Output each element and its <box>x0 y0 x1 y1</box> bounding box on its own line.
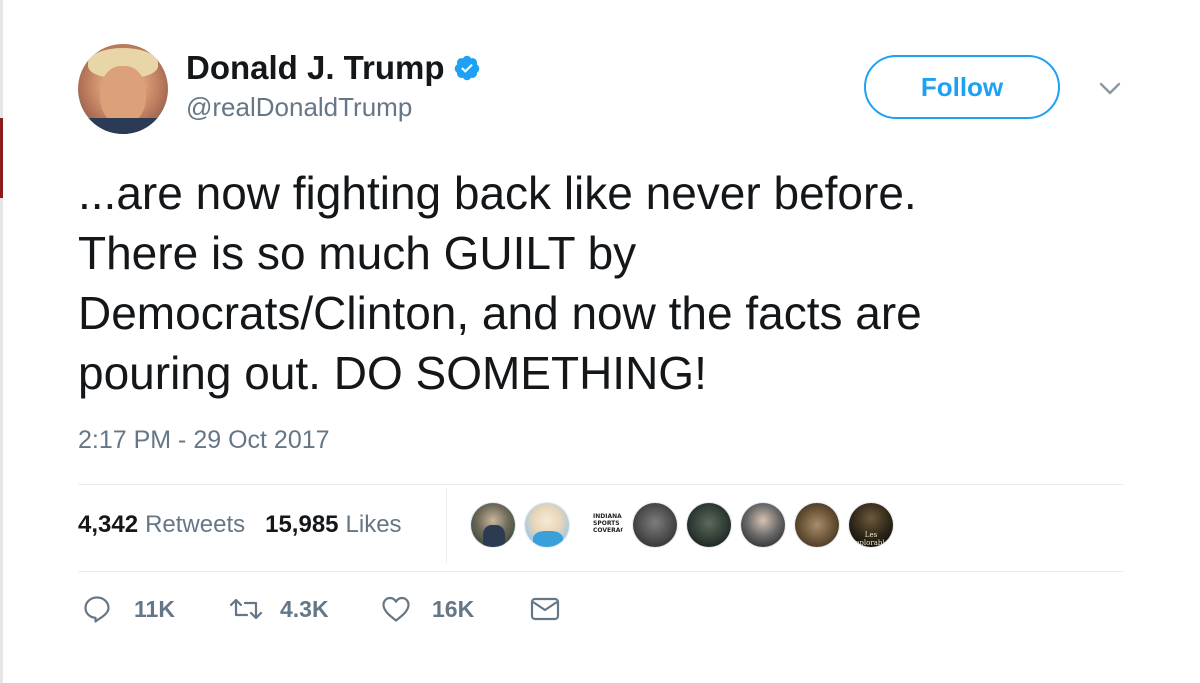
author-avatar[interactable] <box>78 44 168 134</box>
like-action[interactable]: 16K <box>380 594 474 624</box>
liker-avatar-8[interactable]: Les Deplorables <box>848 502 894 548</box>
tweet-text: ...are now fighting back like never befo… <box>78 163 1138 403</box>
retweet-icon <box>228 594 264 624</box>
envelope-icon <box>528 594 562 624</box>
liker-avatar-8-caption: Les Deplorables <box>849 531 893 547</box>
stats-separator <box>446 488 447 563</box>
tweet-text-line: Democrats/Clinton, and now the facts are <box>78 287 922 339</box>
liker-avatar-3[interactable]: INDIANA SPORTS COVERAGE <box>578 502 624 548</box>
divider-top <box>78 484 1124 485</box>
tweet-card: Donald J. Trump @realDonaldTrump Follow … <box>0 0 1200 683</box>
tweet-text-line: There is so much GUILT by <box>78 227 637 279</box>
heart-icon <box>380 594 412 624</box>
divider-bottom <box>78 571 1124 572</box>
liker-avatar-2[interactable] <box>524 502 570 548</box>
tweet-stats: 4,342 Retweets 15,985 Likes <box>78 511 422 539</box>
liker-avatar-6[interactable] <box>740 502 786 548</box>
likes-label: Likes <box>345 511 402 538</box>
liker-avatar-5[interactable] <box>686 502 732 548</box>
retweets-label: Retweets <box>145 511 246 538</box>
retweets-stat[interactable]: 4,342 Retweets <box>78 511 245 539</box>
retweet-count: 4.3K <box>280 595 329 622</box>
like-count: 16K <box>432 595 475 622</box>
direct-message-action[interactable] <box>528 594 562 624</box>
author-name-row[interactable]: Donald J. Trump <box>186 50 481 86</box>
liker-avatar-7[interactable] <box>794 502 840 548</box>
retweets-count: 4,342 <box>78 511 139 538</box>
reply-action[interactable]: 11K <box>82 594 175 624</box>
author-handle[interactable]: @realDonaldTrump <box>186 92 412 123</box>
reply-icon <box>82 594 112 624</box>
reply-count: 11K <box>134 595 175 622</box>
verified-badge-icon <box>453 54 481 82</box>
tweet-text-line: ...are now fighting back like never befo… <box>78 167 917 219</box>
avatar-shirt <box>78 118 168 134</box>
tweet-text-line: pouring out. DO SOMETHING! <box>78 347 707 399</box>
avatar-face <box>100 66 146 124</box>
liker-avatar-3-logo: INDIANA SPORTS COVERAGE <box>593 513 623 534</box>
tweet-timestamp[interactable]: 2:17 PM - 29 Oct 2017 <box>78 426 330 455</box>
author-display-name[interactable]: Donald J. Trump <box>186 50 445 86</box>
follow-button[interactable]: Follow <box>864 55 1060 119</box>
chevron-down-icon[interactable] <box>1096 78 1124 100</box>
liker-avatar-4[interactable] <box>632 502 678 548</box>
retweet-action[interactable]: 4.3K <box>228 594 329 624</box>
likes-count: 15,985 <box>265 511 339 538</box>
liker-avatar-1[interactable] <box>470 502 516 548</box>
likes-stat[interactable]: 15,985 Likes <box>265 511 401 539</box>
